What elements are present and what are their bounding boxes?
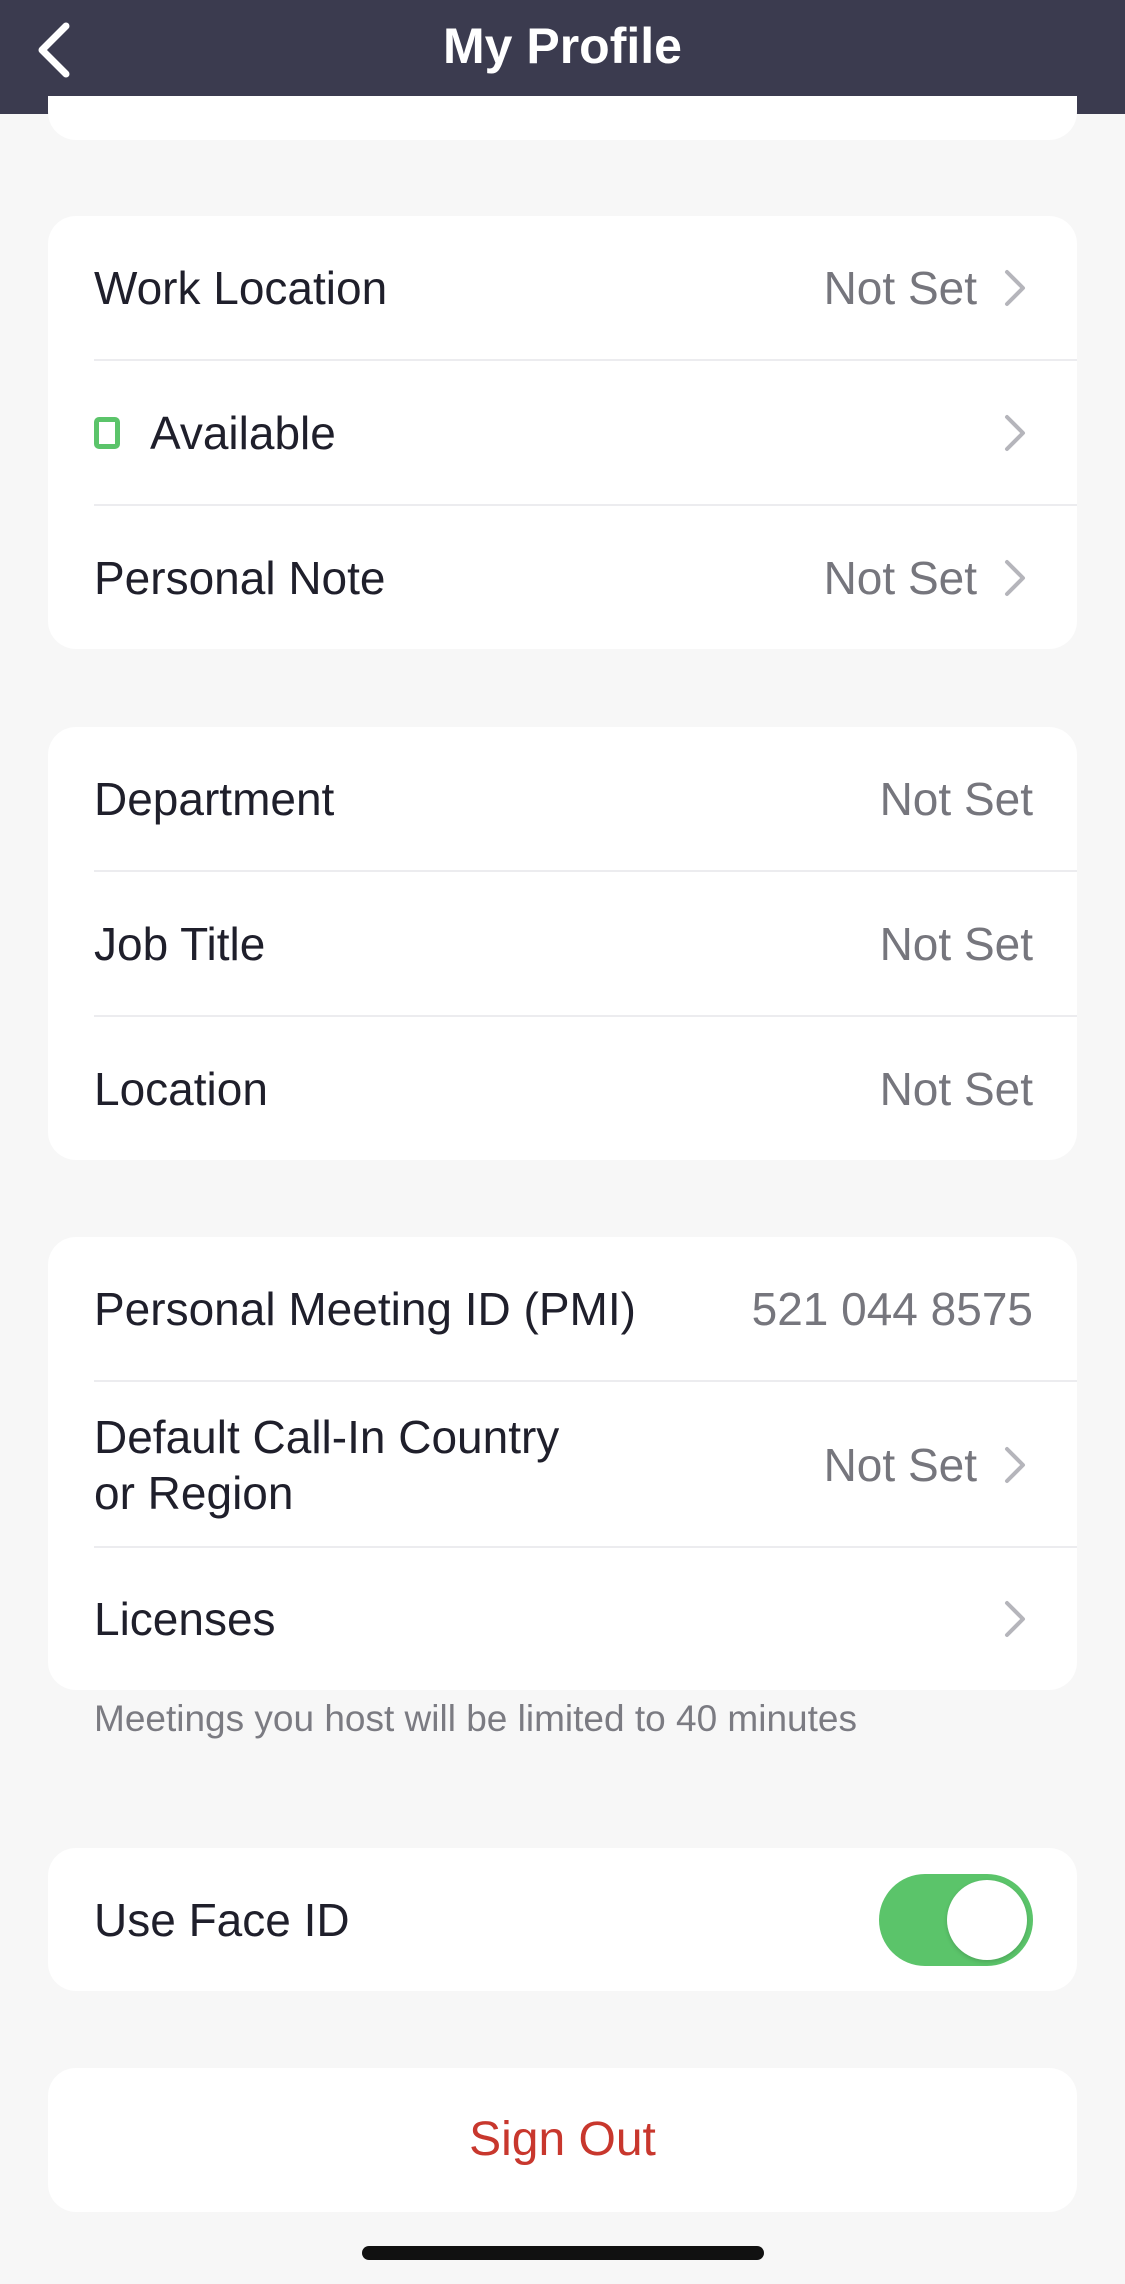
personal-note-row[interactable]: Personal Note Not Set (48, 506, 1077, 649)
job-title-value: Not Set (879, 917, 1033, 970)
location-value: Not Set (879, 1062, 1033, 1115)
security-card: Use Face ID (48, 1848, 1077, 1991)
face-id-toggle[interactable] (879, 1873, 1033, 1966)
chevron-right-icon (997, 411, 1033, 455)
sign-out-button[interactable]: Sign Out (48, 2068, 1077, 2212)
back-button[interactable] (14, 10, 94, 90)
status-card: Work Location Not Set Available Personal… (48, 216, 1077, 649)
call-in-country-label: Default Call-In Country or Region (94, 1409, 824, 1521)
personal-note-value: Not Set (823, 551, 977, 604)
department-label: Department (94, 773, 335, 825)
licenses-label: Licenses (94, 1593, 276, 1645)
available-status-icon (94, 416, 120, 449)
call-in-country-label-line1: Default Call-In Country (94, 1410, 560, 1463)
job-title-label: Job Title (94, 917, 266, 970)
department-row: Department Not Set (48, 727, 1077, 871)
organization-card: Department Not Set Job Title Not Set Loc… (48, 727, 1077, 1160)
work-location-value: Not Set (823, 262, 977, 314)
pmi-label: Personal Meeting ID (PMI) (94, 1283, 636, 1335)
chevron-right-icon (997, 1443, 1033, 1487)
meeting-limit-note: Meetings you host will be limited to 40 … (94, 1698, 857, 1739)
chevron-left-icon (38, 22, 70, 78)
profile-card-partial (48, 96, 1077, 140)
call-in-country-label-line2: or Region (94, 1466, 294, 1519)
toggle-knob (947, 1879, 1027, 1960)
call-in-country-row[interactable]: Default Call-In Country or Region Not Se… (48, 1382, 1077, 1547)
location-label: Location (94, 1062, 268, 1115)
status-label: Available (150, 406, 336, 459)
location-row: Location Not Set (48, 1017, 1077, 1160)
chevron-right-icon (997, 1597, 1033, 1641)
licenses-row[interactable]: Licenses (48, 1548, 1077, 1690)
chevron-right-icon (997, 556, 1033, 600)
pmi-row: Personal Meeting ID (PMI) 521 044 8575 (48, 1237, 1077, 1381)
work-location-label: Work Location (94, 262, 388, 314)
status-row[interactable]: Available (48, 361, 1077, 504)
meeting-card: Personal Meeting ID (PMI) 521 044 8575 D… (48, 1237, 1077, 1690)
department-value: Not Set (879, 773, 1033, 825)
home-indicator (362, 2246, 764, 2260)
chevron-right-icon (997, 266, 1033, 310)
signout-card: Sign Out (48, 2068, 1077, 2212)
job-title-row: Job Title Not Set (48, 872, 1077, 1015)
personal-note-label: Personal Note (94, 551, 386, 604)
face-id-row: Use Face ID (48, 1848, 1077, 1991)
call-in-country-value: Not Set (823, 1438, 977, 1491)
page-title: My Profile (443, 18, 682, 74)
work-location-row[interactable]: Work Location Not Set (48, 216, 1077, 360)
face-id-label: Use Face ID (94, 1893, 350, 1946)
pmi-value: 521 044 8575 (751, 1283, 1033, 1335)
